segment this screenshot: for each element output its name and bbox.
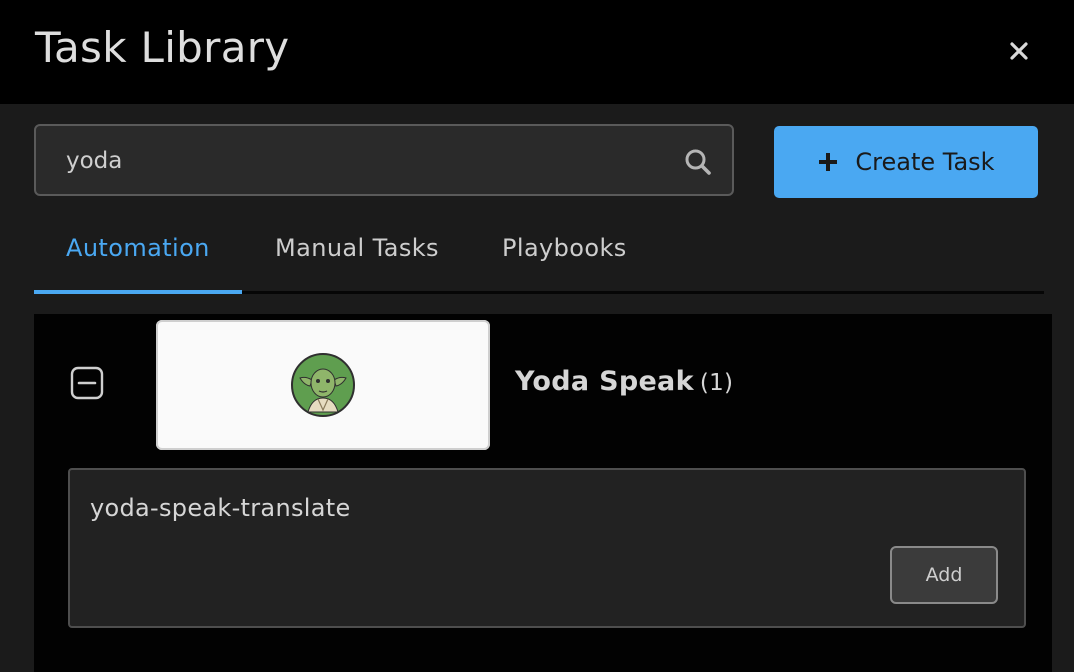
create-task-label: Create Task <box>855 148 995 176</box>
task-library-dialog: Task Library Create Task Automation Manu… <box>0 0 1074 672</box>
add-task-button[interactable]: Add <box>890 546 998 604</box>
tab-bar: Automation Manual Tasks Playbooks <box>34 220 1044 294</box>
tab-playbooks[interactable]: Playbooks <box>502 234 627 262</box>
tab-automation[interactable]: Automation <box>66 234 210 262</box>
group-title-text: Yoda Speak <box>515 366 694 397</box>
yoda-logo <box>291 353 355 417</box>
plus-icon <box>819 153 838 171</box>
close-icon <box>1010 42 1028 60</box>
search-box <box>34 124 734 196</box>
group-title: Yoda Speak (1) <box>515 366 733 397</box>
search-icon[interactable] <box>684 148 712 176</box>
task-name: yoda-speak-translate <box>90 494 351 522</box>
integration-logo-card <box>156 320 490 450</box>
dialog-header: Task Library <box>0 0 1074 104</box>
active-tab-indicator <box>34 290 242 294</box>
tab-manual-tasks[interactable]: Manual Tasks <box>275 234 439 262</box>
minus-square-icon[interactable] <box>70 366 104 400</box>
close-button[interactable] <box>1002 34 1036 68</box>
group-count: (1) <box>699 370 734 396</box>
results-panel: Yoda Speak (1) yoda-speak-translate Add <box>34 314 1052 672</box>
create-task-button[interactable]: Create Task <box>774 126 1038 198</box>
dialog-title: Task Library <box>35 23 290 72</box>
search-input[interactable] <box>64 126 668 196</box>
task-card: yoda-speak-translate Add <box>68 468 1026 628</box>
